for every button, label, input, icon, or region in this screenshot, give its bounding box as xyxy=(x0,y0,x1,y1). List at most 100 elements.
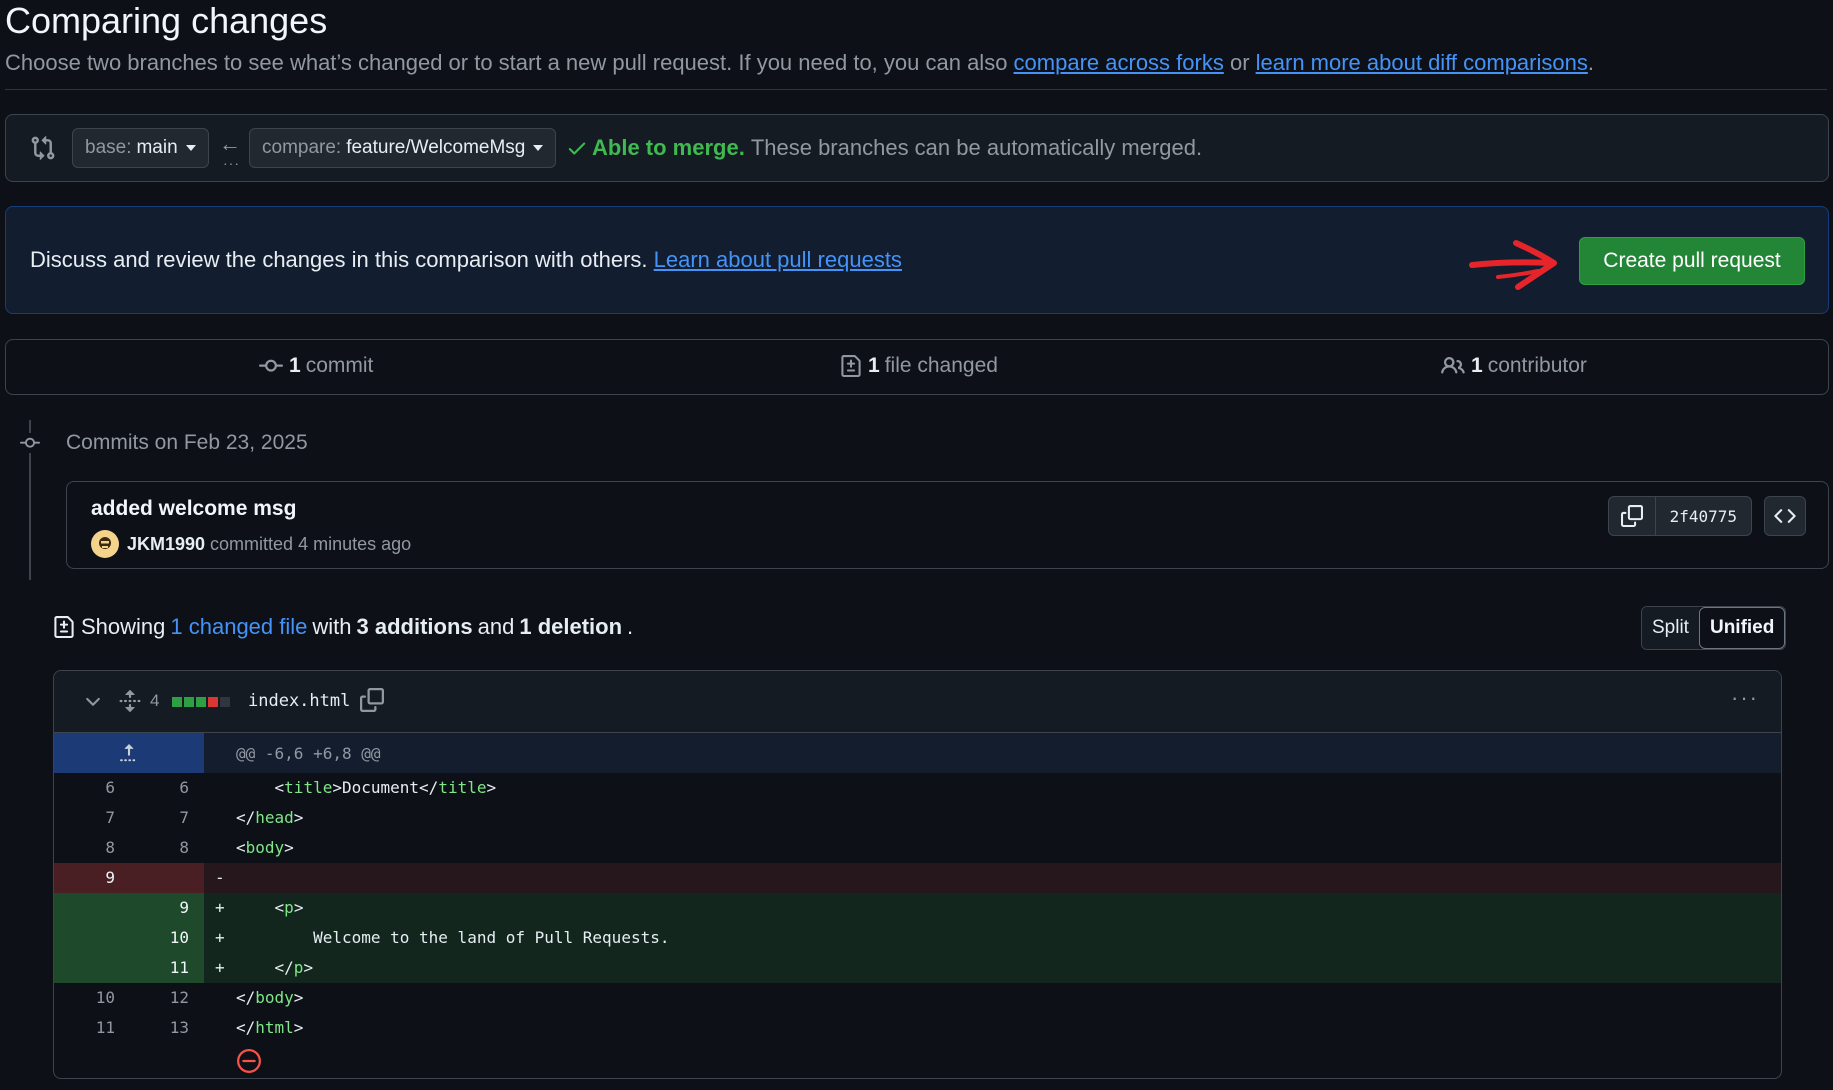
no-newline-icon xyxy=(237,1049,261,1073)
changes-count: 4 xyxy=(150,691,160,710)
code-text: Welcome to the land of Pull Requests. xyxy=(236,928,670,947)
old-line-number[interactable]: 11 xyxy=(65,1013,115,1043)
code-text: >Document</ xyxy=(332,778,439,797)
diff-line: 66 <title>Document</title> xyxy=(54,773,1781,803)
code-text: < xyxy=(236,778,285,797)
header-divider xyxy=(5,89,1827,90)
old-line-number[interactable]: 9 xyxy=(65,863,115,893)
diff-summary: Showing 1 changed file with 3 additions … xyxy=(53,614,633,640)
commit-item: added welcome msg JKM1990 committed 4 mi… xyxy=(66,481,1829,569)
hunk-header: @@ -6,6 +6,8 @@ xyxy=(54,733,1781,773)
diff-sign: + xyxy=(215,898,225,917)
commit-message-link[interactable]: added welcome msg xyxy=(91,497,296,521)
merge-message: These branches can be automatically merg… xyxy=(750,135,1203,160)
files-tab[interactable]: 1 file changed xyxy=(840,354,998,378)
code-text: > xyxy=(486,778,497,797)
code-text: > xyxy=(293,988,304,1007)
compare-across-forks-link[interactable]: compare across forks xyxy=(1014,50,1224,75)
diffstat xyxy=(172,697,232,707)
diff-line: 7 7 </head> xyxy=(54,803,1781,833)
new-line-number[interactable]: 7 xyxy=(139,803,189,833)
create-pr-banner: Discuss and review the changes in this c… xyxy=(5,206,1829,314)
expand-up-button[interactable] xyxy=(54,733,204,773)
browse-code-button[interactable] xyxy=(1764,496,1806,536)
file-name-link[interactable]: index.html xyxy=(248,691,350,711)
new-line-number[interactable]: 12 xyxy=(139,983,189,1013)
old-line-number[interactable]: 6 xyxy=(65,773,115,803)
old-line-number[interactable]: 10 xyxy=(65,983,115,1013)
new-line-number[interactable]: 13 xyxy=(139,1013,189,1043)
copy-icon[interactable] xyxy=(360,688,384,712)
code-tag: head xyxy=(255,808,294,827)
new-line-number[interactable]: 8 xyxy=(139,833,189,863)
comparison-summary: 1 commit 1 file changed 1 contributor xyxy=(5,339,1829,395)
copy-sha-button[interactable] xyxy=(1607,496,1656,536)
contributors-tab[interactable]: 1 contributor xyxy=(1441,354,1587,378)
compare-value: feature/WelcomeMsg xyxy=(346,137,526,158)
old-line-number[interactable]: 8 xyxy=(65,833,115,863)
code-text: > xyxy=(284,838,294,857)
ellipsis-icon: ··· xyxy=(223,155,240,171)
learn-about-pull-requests-link[interactable]: Learn about pull requests xyxy=(654,247,902,272)
code-icon xyxy=(1774,509,1796,523)
compare-branch-select[interactable]: compare: feature/WelcomeMsg xyxy=(249,128,557,168)
subtitle-end: . xyxy=(1587,50,1594,75)
code-text: </ xyxy=(236,808,256,827)
file-header: 4 index.html ··· xyxy=(54,671,1781,733)
discuss-message: Discuss and review the changes in this c… xyxy=(30,247,654,272)
commits-label: commit xyxy=(305,354,374,377)
diffstat-del-block xyxy=(208,697,218,707)
code-text: </ xyxy=(236,988,256,1007)
caret-down-icon xyxy=(185,145,196,151)
git-compare-icon[interactable] xyxy=(30,135,56,161)
base-branch-select[interactable]: base: main xyxy=(72,128,209,168)
code-text: </ xyxy=(236,958,294,977)
check-icon xyxy=(568,142,586,155)
commit-time: committed 4 minutes ago xyxy=(210,533,412,554)
create-pull-request-button[interactable]: Create pull request xyxy=(1579,237,1805,285)
old-line-number[interactable]: 7 xyxy=(65,803,115,833)
code-text: > xyxy=(303,958,314,977)
diff-lines: 66 <title>Document</title> 7 7 </head> 8 8 <bo… xyxy=(54,773,1781,1043)
code-tag: body xyxy=(255,988,294,1007)
code-text: > xyxy=(293,1018,304,1037)
commit-author-link[interactable]: JKM1990 xyxy=(127,534,205,555)
files-label: file changed xyxy=(884,354,998,377)
unified-view-button[interactable]: Unified xyxy=(1698,607,1786,649)
commit-actions: 2f40775 xyxy=(1607,496,1806,536)
avatar[interactable] xyxy=(91,530,119,558)
code-content: </p> xyxy=(236,953,314,983)
new-line-number[interactable]: 6 xyxy=(139,773,189,803)
code-content: </html> xyxy=(236,1013,303,1043)
commit-meta: JKM1990 committed 4 minutes ago xyxy=(91,530,411,558)
commit-sha-link[interactable]: 2f40775 xyxy=(1655,496,1752,536)
caret-down-icon xyxy=(533,145,544,151)
code-content: </head> xyxy=(236,803,303,833)
commit-icon xyxy=(259,359,283,372)
contributors-count: 1 xyxy=(1471,354,1483,377)
new-line-number[interactable]: 9 xyxy=(139,893,189,923)
showing-with: with xyxy=(312,614,352,639)
new-line-number[interactable]: 11 xyxy=(139,953,189,983)
people-icon xyxy=(1441,356,1465,374)
expand-up-icon xyxy=(120,744,136,762)
deletions-count: 1 deletion xyxy=(519,614,623,639)
changed-files-link[interactable]: 1 changed file xyxy=(170,614,307,640)
commits-count: 1 xyxy=(289,354,301,377)
commits-tab[interactable]: 1 commit xyxy=(259,354,373,378)
file-diff-icon xyxy=(841,355,861,377)
code-text: > xyxy=(293,808,304,827)
diff-line: 9 + <p> xyxy=(54,893,1781,923)
showing-end: . xyxy=(627,614,634,639)
diffstat-neutral-block xyxy=(220,697,230,707)
diff-comparisons-link[interactable]: learn more about diff comparisons xyxy=(1256,50,1588,75)
diff-line: 10 + Welcome to the land of Pull Requests… xyxy=(54,923,1781,953)
chevron-down-icon[interactable] xyxy=(82,691,104,713)
kebab-menu-icon[interactable]: ··· xyxy=(1731,685,1759,711)
expand-all-icon[interactable] xyxy=(118,688,142,714)
split-view-button[interactable]: Split xyxy=(1642,607,1699,649)
additions-count: 3 additions xyxy=(356,614,473,639)
code-text: </ xyxy=(236,1018,256,1037)
new-line-number[interactable]: 10 xyxy=(139,923,189,953)
diff-line: 10 12 </body> xyxy=(54,983,1781,1013)
